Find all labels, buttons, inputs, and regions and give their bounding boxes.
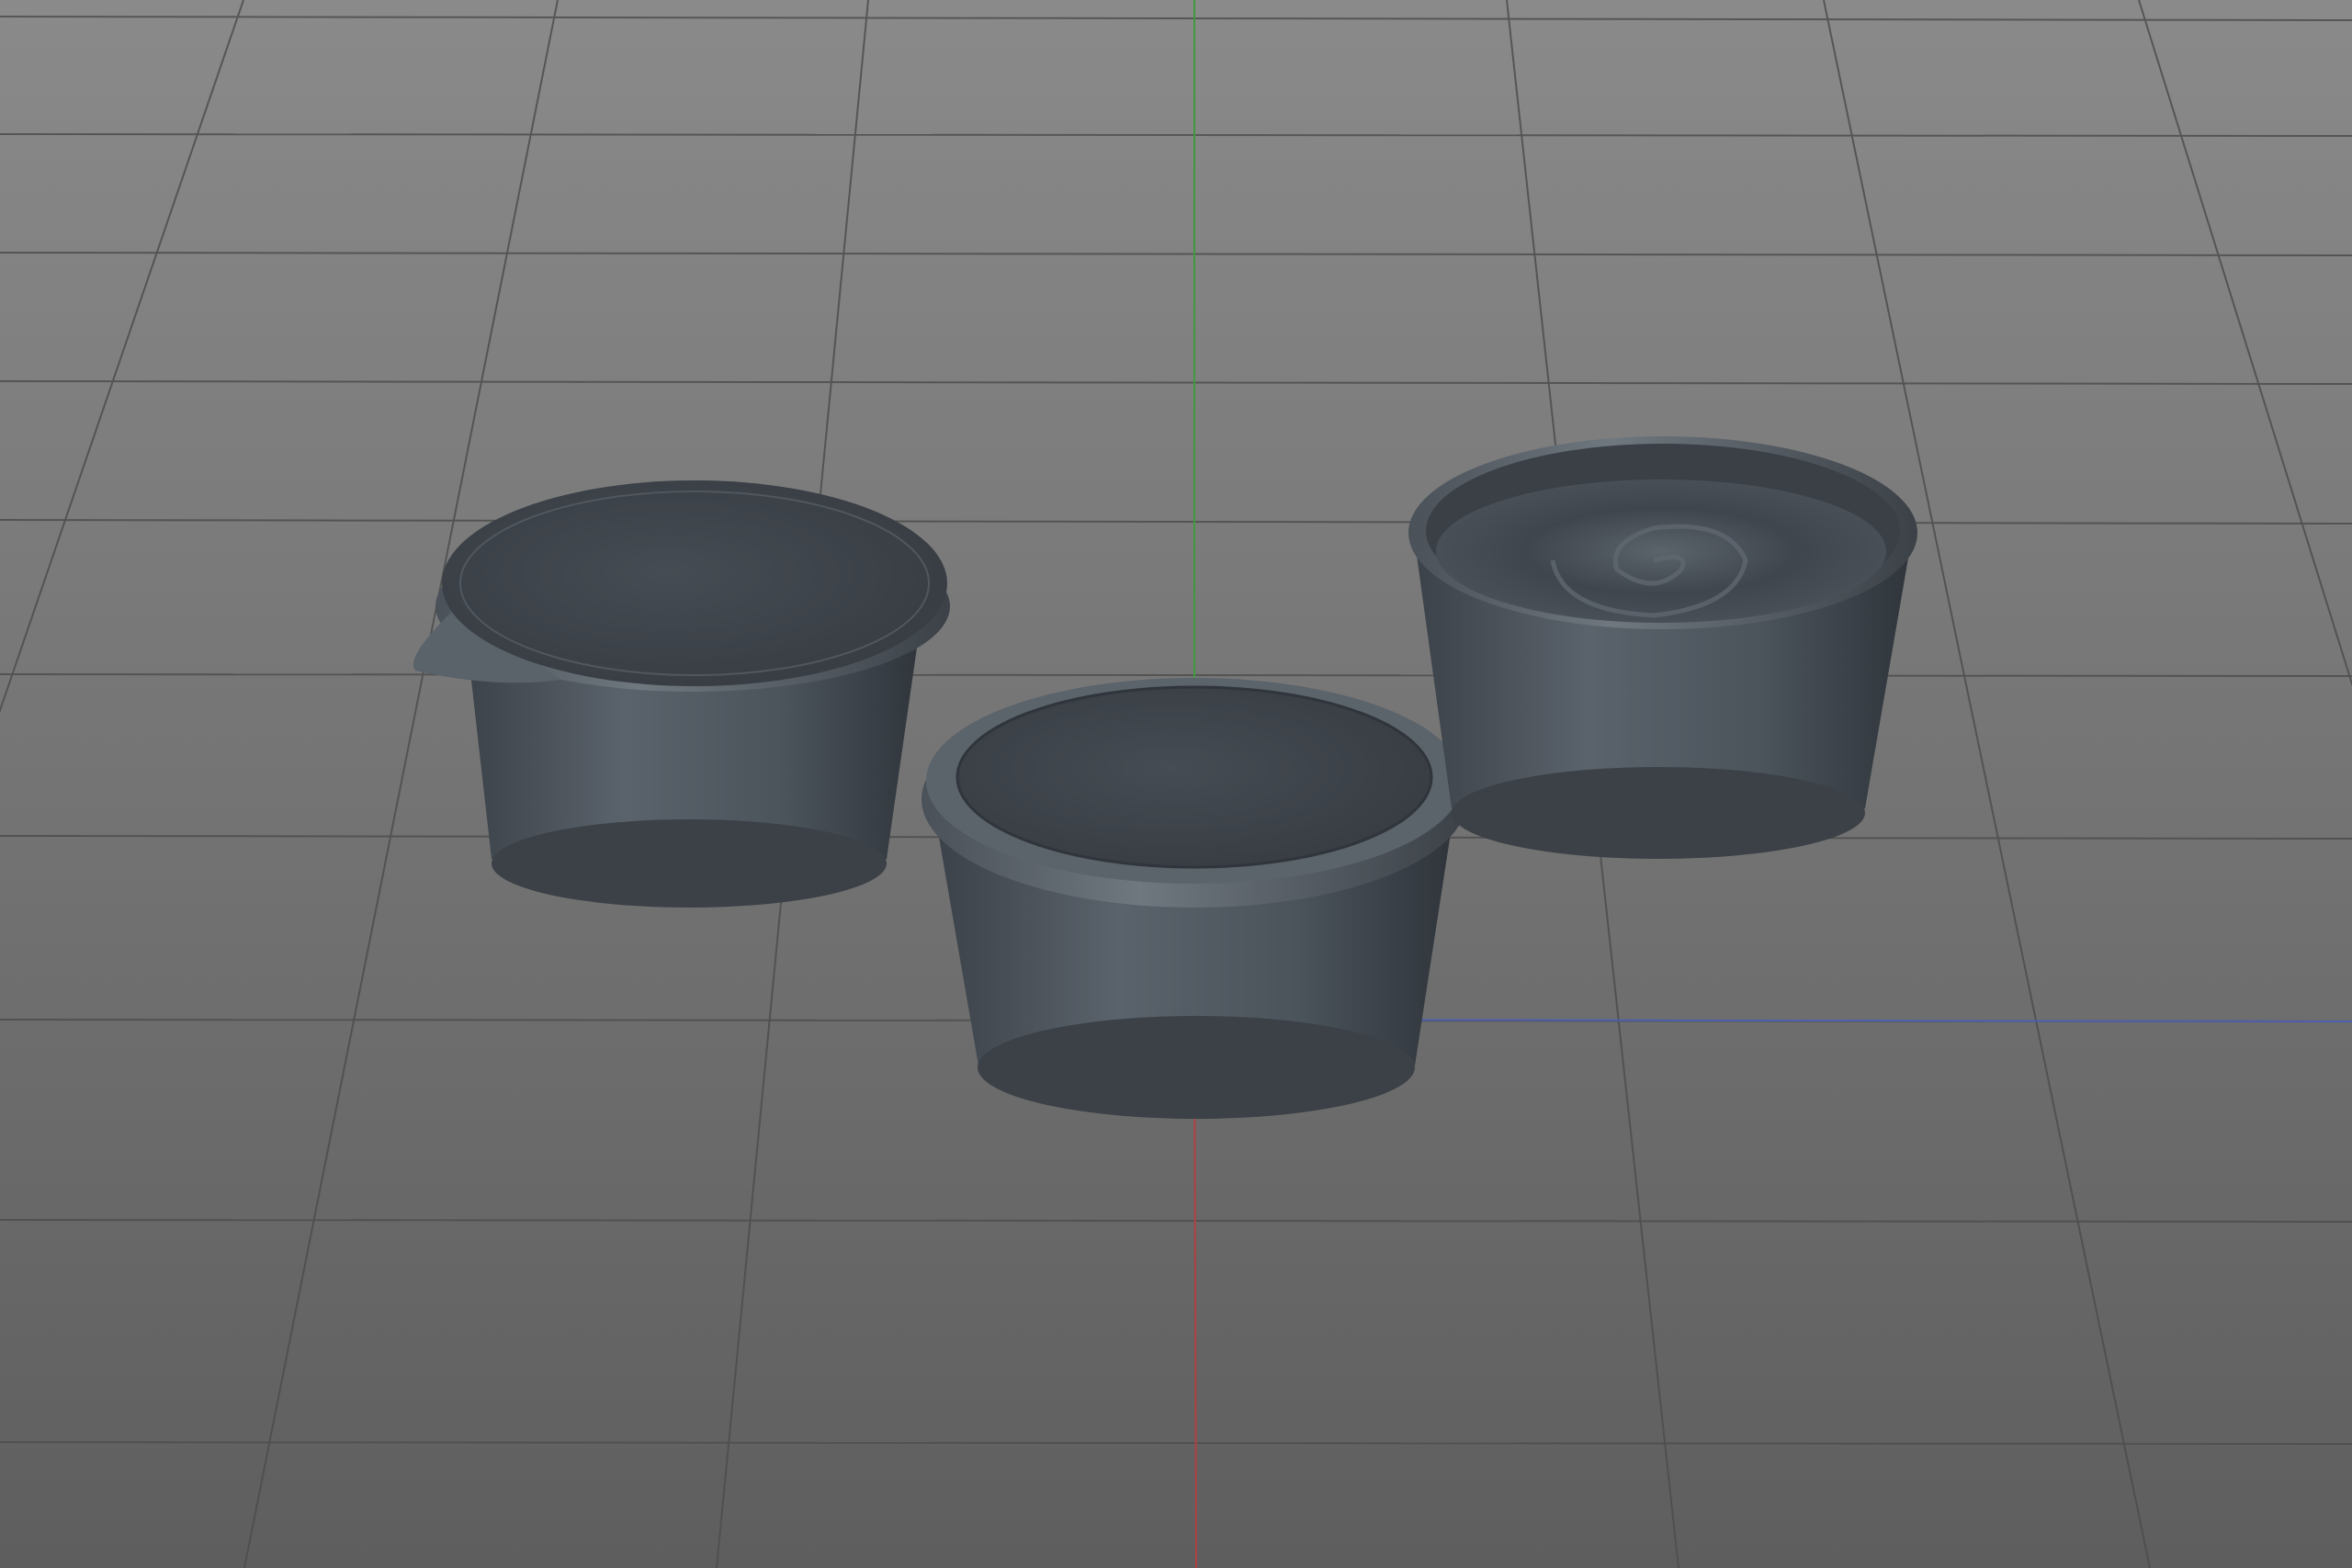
swirl-content [1436,479,1886,623]
cup-bottom-edge [1452,767,1865,859]
cup-with-swirl-top[interactable] [1408,436,1917,859]
cup-bottom-edge [978,1016,1415,1119]
cup-with-tab-lid[interactable] [413,480,950,908]
cup-bottom-edge [492,819,887,908]
viewport-canvas[interactable] [0,0,2352,1568]
3d-viewport[interactable] [0,0,2352,1568]
cup-with-recessed-lid[interactable] [922,678,1467,1119]
lid-top [442,480,947,686]
